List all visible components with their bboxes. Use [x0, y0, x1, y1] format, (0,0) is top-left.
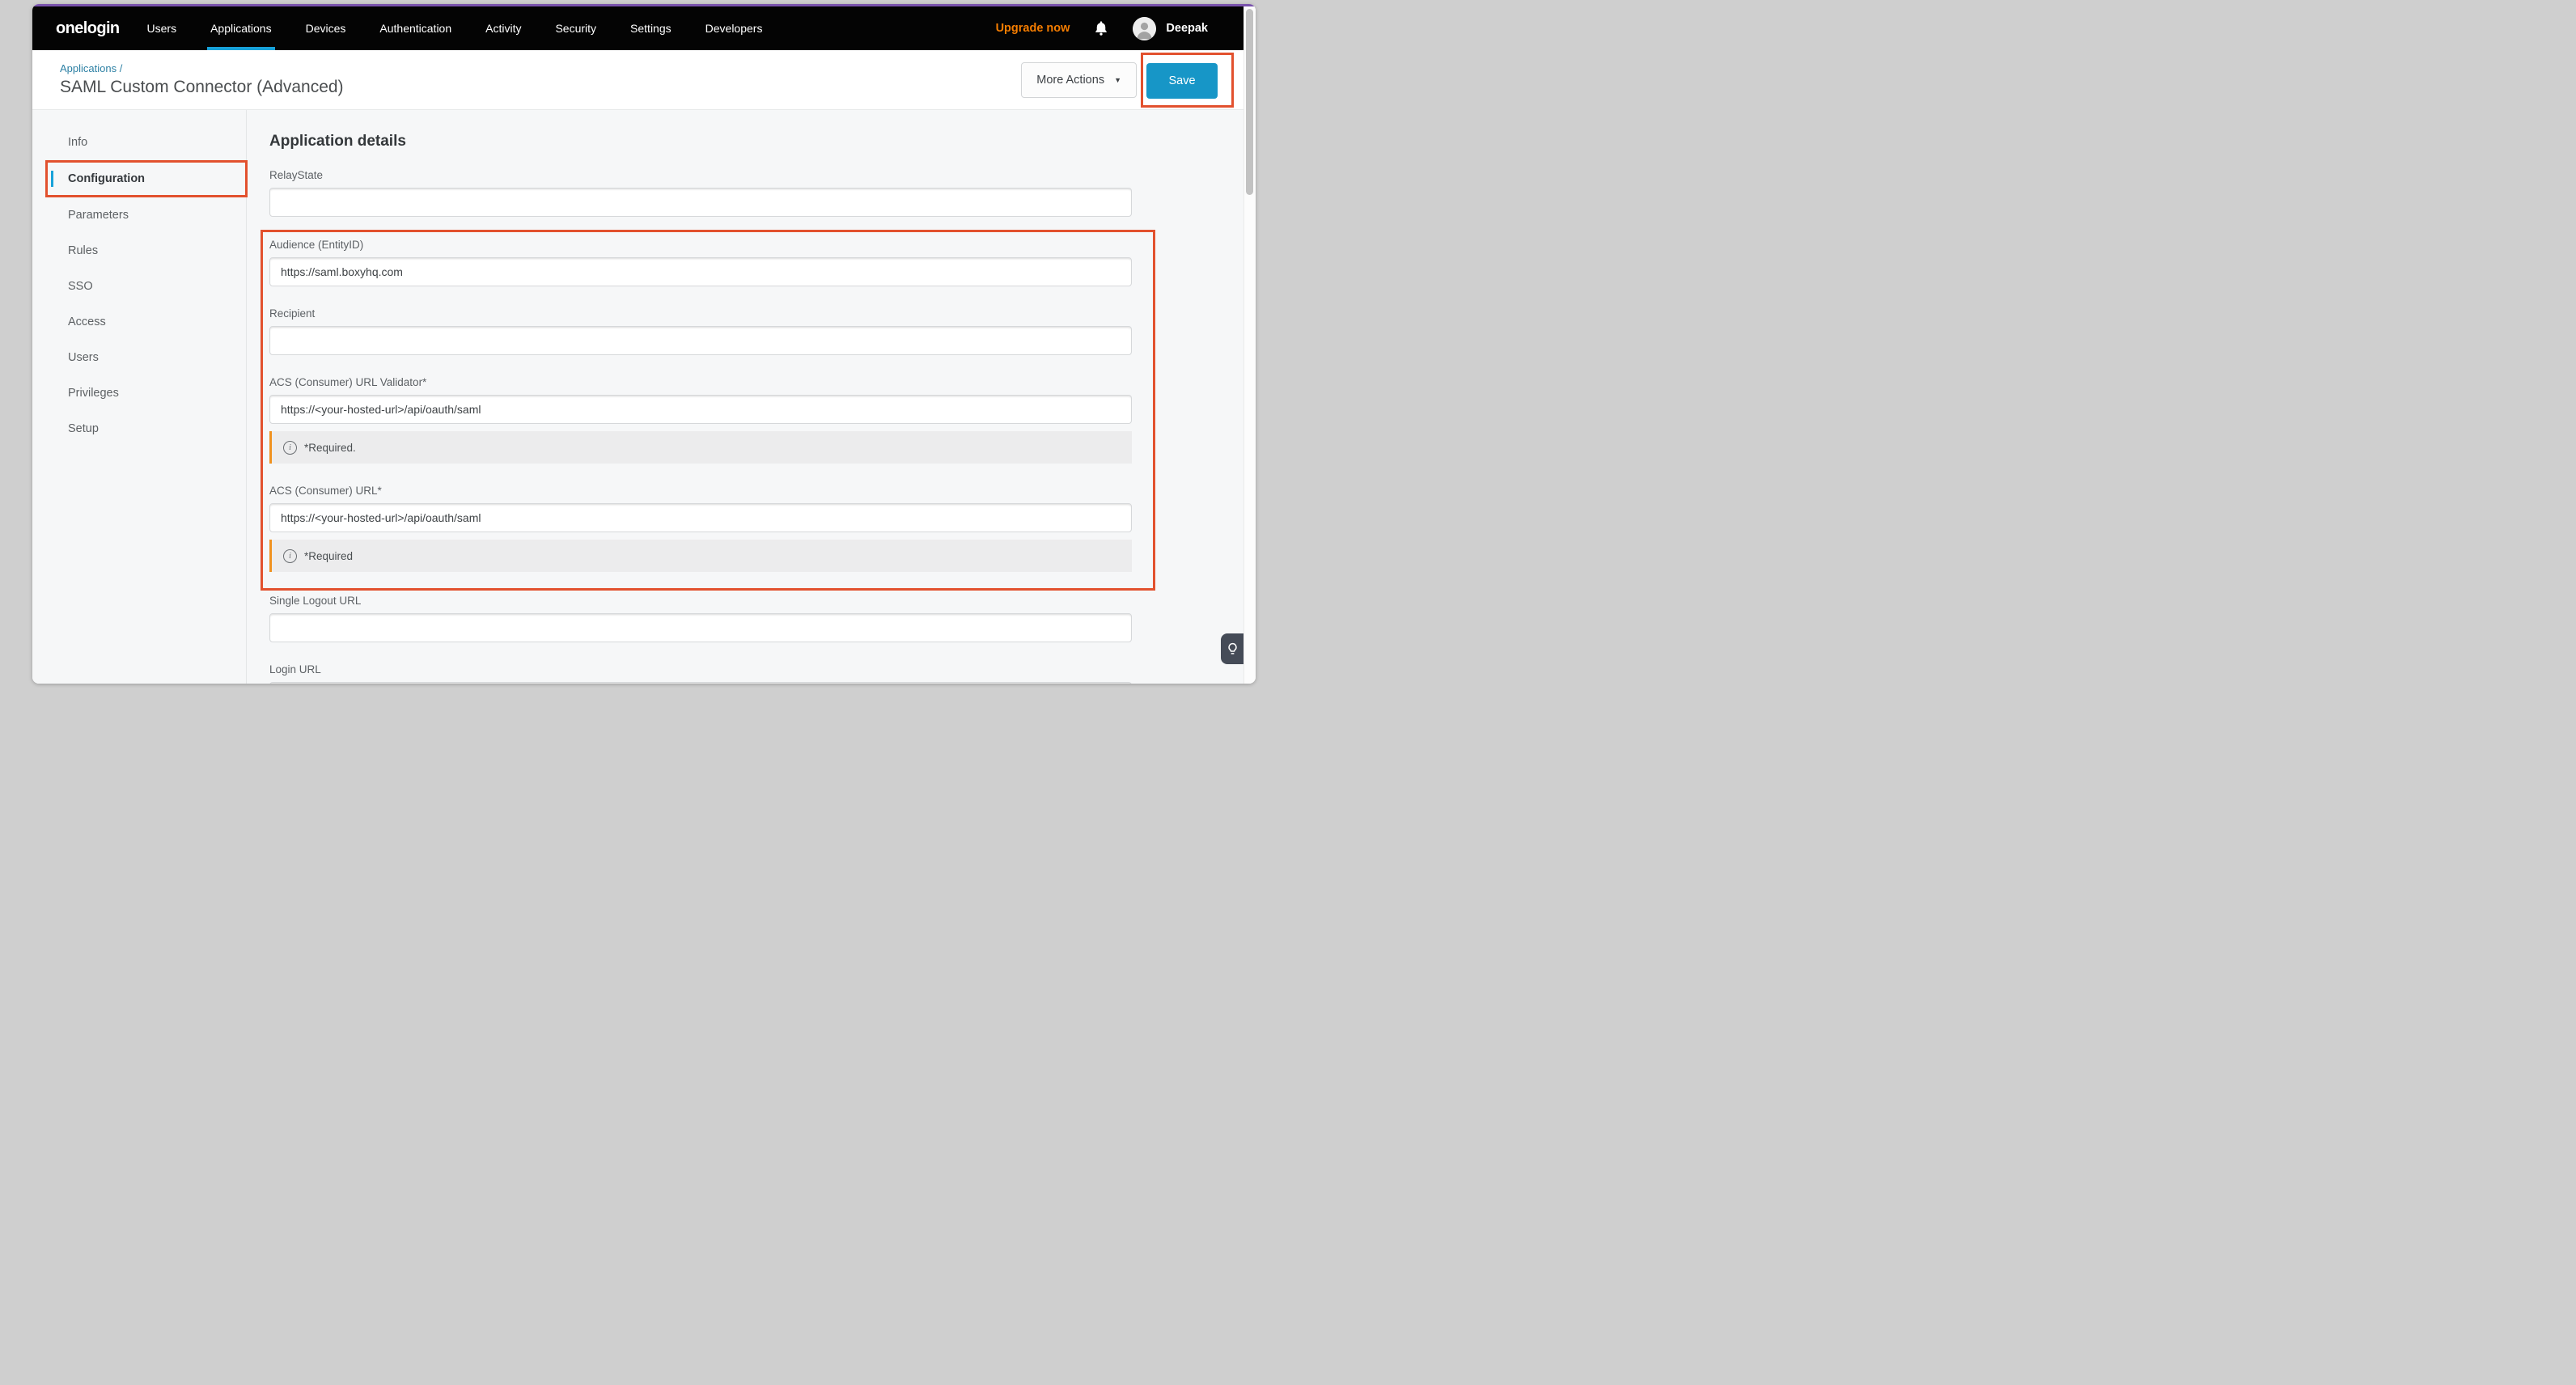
sidebar-item-rules[interactable]: Rules	[32, 233, 246, 269]
nav-item-devices[interactable]: Devices	[303, 6, 350, 50]
field-single-logout-url: Single Logout URL	[269, 595, 1132, 642]
window-scrollbar[interactable]	[1244, 6, 1256, 684]
info-circle-icon: i	[283, 441, 297, 455]
field-acs-url: ACS (Consumer) URL* i *Required	[269, 485, 1132, 572]
nav-item-security[interactable]: Security	[552, 6, 600, 50]
nav-item-applications[interactable]: Applications	[207, 6, 275, 50]
info-circle-icon: i	[283, 549, 297, 563]
scrollbar-thumb[interactable]	[1246, 9, 1253, 195]
field-recipient: Recipient	[269, 307, 1132, 355]
caret-down-icon: ▼	[1114, 76, 1121, 84]
more-actions-button[interactable]: More Actions ▼	[1021, 62, 1137, 98]
nav-item-users[interactable]: Users	[144, 6, 180, 50]
nav-item-activity[interactable]: Activity	[482, 6, 524, 50]
recipient-input[interactable]	[269, 326, 1132, 355]
sidebar-item-setup[interactable]: Setup	[32, 411, 246, 447]
upgrade-now-link[interactable]: Upgrade now	[996, 22, 1070, 35]
page-header: Applications / SAML Custom Connector (Ad…	[32, 50, 1244, 110]
annotation-box-save: Save	[1141, 53, 1234, 108]
user-menu[interactable]: Deepak	[1133, 17, 1208, 40]
app-sidebar: Info Configuration Parameters Rules SSO …	[32, 110, 247, 684]
nav-item-authentication[interactable]: Authentication	[376, 6, 455, 50]
required-note-text: *Required	[304, 550, 353, 562]
avatar	[1133, 17, 1156, 40]
audience-label: Audience (EntityID)	[269, 239, 1132, 251]
nav-item-settings[interactable]: Settings	[627, 6, 675, 50]
recipient-label: Recipient	[269, 307, 1132, 320]
sidebar-item-sso[interactable]: SSO	[32, 269, 246, 304]
save-button[interactable]: Save	[1146, 63, 1218, 99]
lightbulb-icon	[1227, 642, 1239, 656]
login-url-label: Login URL	[269, 663, 1132, 676]
sidebar-item-privileges[interactable]: Privileges	[32, 375, 246, 411]
audience-input[interactable]	[269, 257, 1132, 286]
more-actions-label: More Actions	[1036, 74, 1104, 87]
sidebar-item-info[interactable]: Info	[32, 125, 246, 160]
section-heading: Application details	[269, 133, 1244, 150]
acs-url-label: ACS (Consumer) URL*	[269, 485, 1132, 497]
sidebar-item-users[interactable]: Users	[32, 340, 246, 375]
sidebar-item-parameters[interactable]: Parameters	[32, 197, 246, 233]
sidebar-item-configuration[interactable]: Configuration	[68, 172, 145, 185]
nav-item-developers[interactable]: Developers	[702, 6, 766, 50]
lightbulb-button[interactable]	[1221, 633, 1244, 664]
browser-window: onelogin Users Applications Devices Auth…	[32, 4, 1256, 684]
configuration-panel: Application details RelayState Audience …	[247, 110, 1244, 684]
field-audience: Audience (EntityID)	[269, 239, 1132, 286]
acs-url-input[interactable]	[269, 503, 1132, 532]
sidebar-item-access[interactable]: Access	[32, 304, 246, 340]
annotation-box-configuration: Configuration	[45, 160, 248, 197]
page-title: SAML Custom Connector (Advanced)	[60, 78, 344, 97]
acs-url-validator-label: ACS (Consumer) URL Validator*	[269, 376, 1132, 388]
field-login-url: Login URL	[269, 663, 1132, 684]
single-logout-url-label: Single Logout URL	[269, 595, 1132, 607]
top-navbar: onelogin Users Applications Devices Auth…	[32, 6, 1244, 50]
acs-url-validator-input[interactable]	[269, 395, 1132, 424]
onelogin-logo[interactable]: onelogin	[56, 19, 120, 38]
acs-url-validator-note: i *Required.	[269, 431, 1132, 464]
single-logout-url-input[interactable]	[269, 613, 1132, 642]
field-acs-url-validator: ACS (Consumer) URL Validator* i *Require…	[269, 376, 1132, 464]
annotation-box-saml-fields: Audience (EntityID) Recipient ACS (Consu…	[261, 230, 1155, 591]
active-tab-indicator	[51, 171, 53, 187]
login-url-input[interactable]	[269, 682, 1132, 684]
bell-icon[interactable]	[1094, 20, 1108, 36]
breadcrumb[interactable]: Applications /	[60, 62, 344, 74]
nav-menu: Users Applications Devices Authenticatio…	[130, 6, 780, 50]
username-label: Deepak	[1166, 22, 1208, 35]
relaystate-label: RelayState	[269, 169, 1132, 181]
acs-url-note: i *Required	[269, 540, 1132, 572]
relaystate-input[interactable]	[269, 188, 1132, 217]
required-note-text: *Required.	[304, 442, 356, 454]
field-relaystate: RelayState	[269, 169, 1132, 217]
